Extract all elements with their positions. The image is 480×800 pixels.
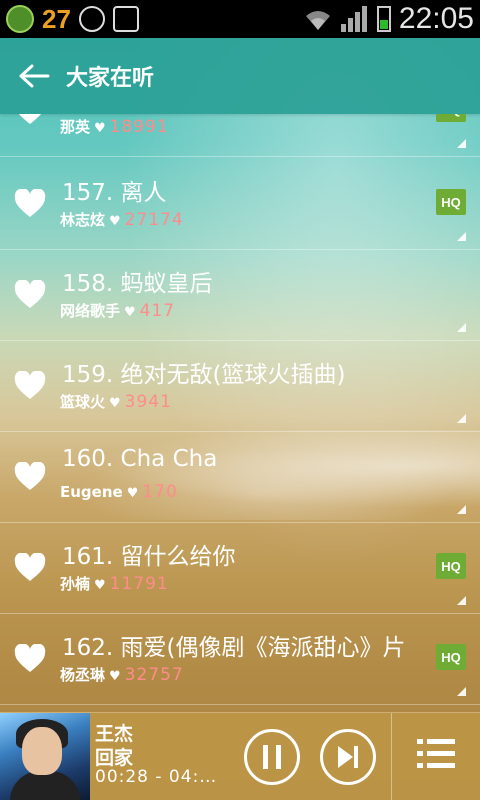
- more-options-icon[interactable]: [457, 596, 466, 605]
- song-title: 159. 绝对无敌(篮球火插曲): [62, 362, 346, 388]
- divider: [391, 713, 392, 800]
- song-title: 160. Cha Cha: [62, 446, 218, 472]
- now-playing-song: 回家: [95, 747, 134, 769]
- song-row[interactable]: 160. Cha Cha Eugene ♥ 170: [0, 432, 480, 523]
- artist-name: 网络歌手: [60, 302, 121, 320]
- like-icon: ♥: [109, 214, 121, 229]
- song-title: 158. 蚂蚁皇后: [62, 271, 213, 297]
- artist-name: 那英: [60, 118, 91, 136]
- song-meta: Eugene ♥ 170: [60, 482, 178, 502]
- hq-badge: HQ: [436, 644, 466, 670]
- heart-icon[interactable]: [14, 280, 46, 310]
- notification-count: 27: [42, 3, 71, 34]
- playback-time: 00:28 - 04:…: [95, 767, 218, 787]
- hq-badge: HQ: [436, 553, 466, 579]
- more-options-icon[interactable]: [457, 323, 466, 332]
- pause-button[interactable]: [244, 729, 300, 785]
- song-row[interactable]: 162. 雨爱(偶像剧《海派甜心》片 杨丞琳 ♥ 32757 HQ: [0, 614, 480, 705]
- like-count: 32757: [124, 665, 184, 685]
- song-row[interactable]: 157. 离人 林志炫 ♥ 27174 HQ: [0, 159, 480, 250]
- wifi-icon: [305, 11, 330, 30]
- song-meta: 网络歌手 ♥ 417: [60, 300, 175, 321]
- song-title: 161. 留什么给你: [62, 544, 236, 570]
- app-badge-icon: [6, 5, 34, 33]
- app-header: 大家在听: [0, 38, 480, 114]
- artist-name: 林志炫: [60, 211, 106, 229]
- heart-icon[interactable]: [14, 553, 46, 583]
- heart-icon[interactable]: [14, 189, 46, 219]
- album-art[interactable]: [0, 713, 90, 800]
- song-list[interactable]: 那英♥18991 HQ 157. 离人 林志炫♥27174 HQ 158. 蚂蚁…: [0, 114, 480, 712]
- song-row[interactable]: 159. 绝对无敌(篮球火插曲) 篮球火 ♥ 3941: [0, 341, 480, 432]
- song-meta: 那英 ♥ 18991: [60, 116, 169, 137]
- back-arrow-icon: [19, 64, 50, 88]
- signal-icon: [340, 6, 369, 32]
- heart-icon[interactable]: [14, 462, 46, 492]
- like-count: 18991: [109, 117, 169, 137]
- like-count: 417: [139, 301, 176, 321]
- more-options-icon[interactable]: [457, 687, 466, 696]
- song-row[interactable]: 158. 蚂蚁皇后 网络歌手 ♥ 417: [0, 250, 480, 341]
- skip-next-icon: [338, 746, 358, 768]
- battery-icon: [376, 6, 391, 32]
- like-icon: ♥: [126, 486, 139, 501]
- song-meta: 杨丞琳 ♥ 32757: [60, 664, 184, 685]
- like-icon: ♥: [94, 121, 106, 136]
- like-count: 3941: [124, 392, 172, 412]
- now-playing-bar[interactable]: 王杰 回家 00:28 - 04:…: [0, 712, 480, 800]
- heart-icon[interactable]: [14, 114, 46, 126]
- next-button[interactable]: [320, 729, 376, 785]
- song-row[interactable]: 161. 留什么给你 孙楠 ♥ 11791 HQ: [0, 523, 480, 614]
- like-icon: ♥: [94, 578, 106, 593]
- artist-name: 篮球火: [60, 393, 106, 411]
- song-meta: 林志炫 ♥ 27174: [60, 209, 184, 230]
- song-row[interactable]: 那英♥18991 HQ: [0, 114, 480, 157]
- like-count: 170: [142, 482, 178, 502]
- like-icon: ♥: [109, 669, 121, 684]
- image-icon: [112, 6, 139, 32]
- song-meta: 孙楠 ♥ 11791: [60, 573, 169, 594]
- like-icon: ♥: [109, 396, 121, 411]
- heart-icon[interactable]: [14, 644, 46, 674]
- more-options-icon[interactable]: [457, 232, 466, 241]
- status-bar: 27 22:05: [0, 0, 480, 38]
- artist-name: 杨丞琳: [60, 666, 106, 684]
- sync-icon: [78, 6, 105, 32]
- now-playing-artist: 王杰: [95, 723, 134, 745]
- clock: 22:05: [398, 2, 474, 35]
- more-options-icon[interactable]: [457, 139, 466, 148]
- more-options-icon[interactable]: [457, 505, 466, 514]
- back-button[interactable]: [16, 58, 52, 94]
- song-title: 157. 离人: [62, 180, 167, 206]
- artist-name: 孙楠: [60, 575, 91, 593]
- song-title: 162. 雨爱(偶像剧《海派甜心》片: [62, 635, 406, 661]
- hq-badge: HQ: [436, 114, 466, 122]
- more-options-icon[interactable]: [457, 414, 466, 423]
- page-title: 大家在听: [66, 66, 155, 91]
- like-count: 11791: [109, 574, 169, 594]
- song-meta: 篮球火 ♥ 3941: [60, 391, 172, 412]
- pause-icon: [263, 745, 281, 769]
- hq-badge: HQ: [436, 189, 466, 215]
- artist-name: Eugene: [60, 483, 123, 501]
- like-count: 27174: [124, 210, 184, 230]
- playlist-button[interactable]: [417, 737, 455, 771]
- heart-icon[interactable]: [14, 371, 46, 401]
- like-icon: ♥: [124, 305, 136, 320]
